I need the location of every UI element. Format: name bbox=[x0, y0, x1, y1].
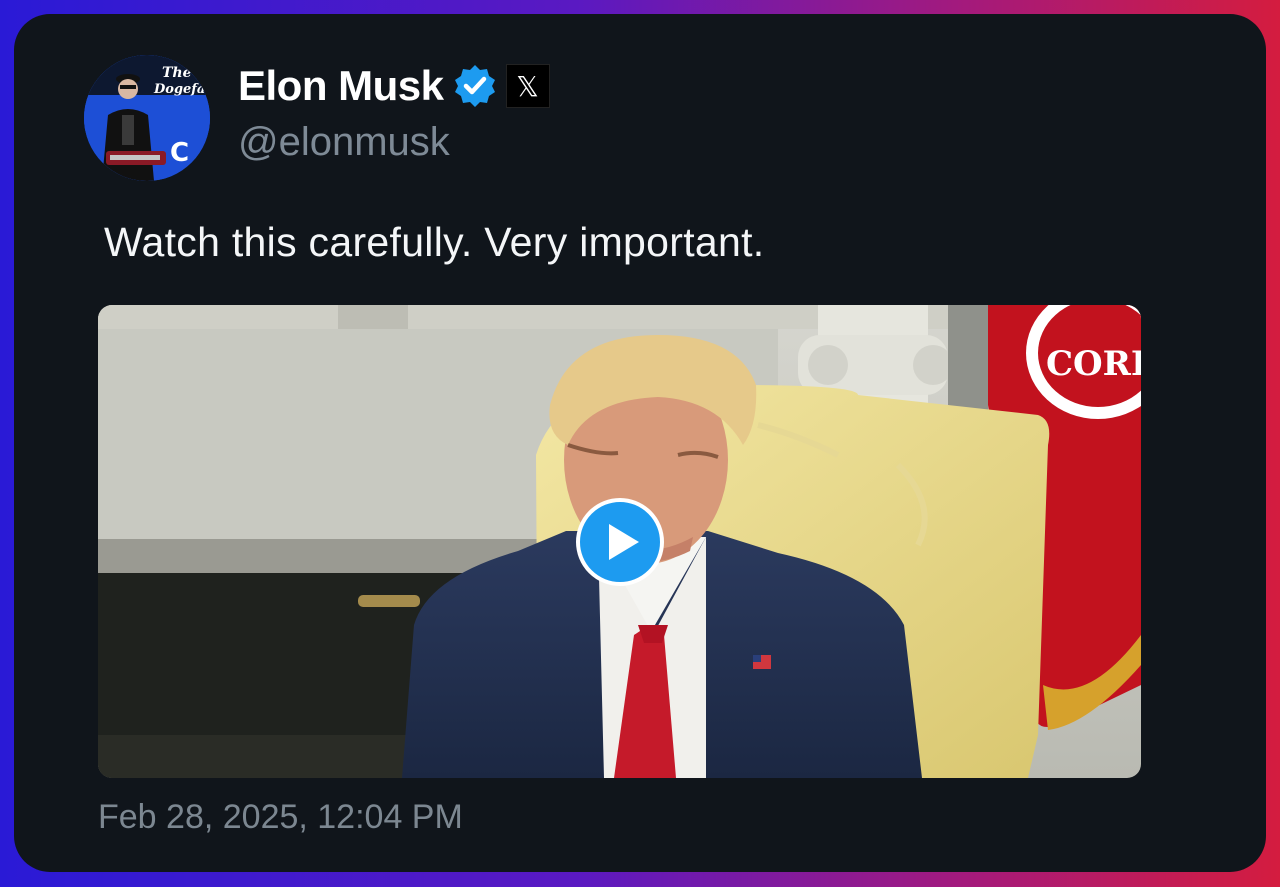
svg-text:The: The bbox=[162, 65, 192, 81]
video-player[interactable]: CORP bbox=[98, 305, 1141, 778]
author-name-row: Elon Musk 𝕏 bbox=[238, 62, 550, 110]
author-handle[interactable]: @elonmusk bbox=[238, 120, 450, 165]
play-button[interactable] bbox=[576, 498, 664, 586]
svg-text:C: C bbox=[170, 138, 189, 168]
x-logo-icon[interactable]: 𝕏 bbox=[505, 64, 550, 108]
play-icon bbox=[609, 524, 639, 560]
svg-text:CORP: CORP bbox=[1046, 344, 1141, 384]
author-display-name[interactable]: Elon Musk bbox=[238, 62, 444, 110]
tweet-card: The Dogefa C Elon Musk 𝕏 @elonmusk Watch… bbox=[14, 14, 1266, 872]
verified-badge-icon bbox=[454, 65, 495, 107]
avatar[interactable]: The Dogefa C bbox=[84, 55, 210, 181]
avatar-image: The Dogefa C bbox=[84, 55, 210, 181]
tweet-timestamp[interactable]: Feb 28, 2025, 12:04 PM bbox=[98, 798, 463, 837]
svg-text:Dogefa: Dogefa bbox=[153, 82, 205, 97]
tweet-text: Watch this carefully. Very important. bbox=[104, 219, 765, 265]
